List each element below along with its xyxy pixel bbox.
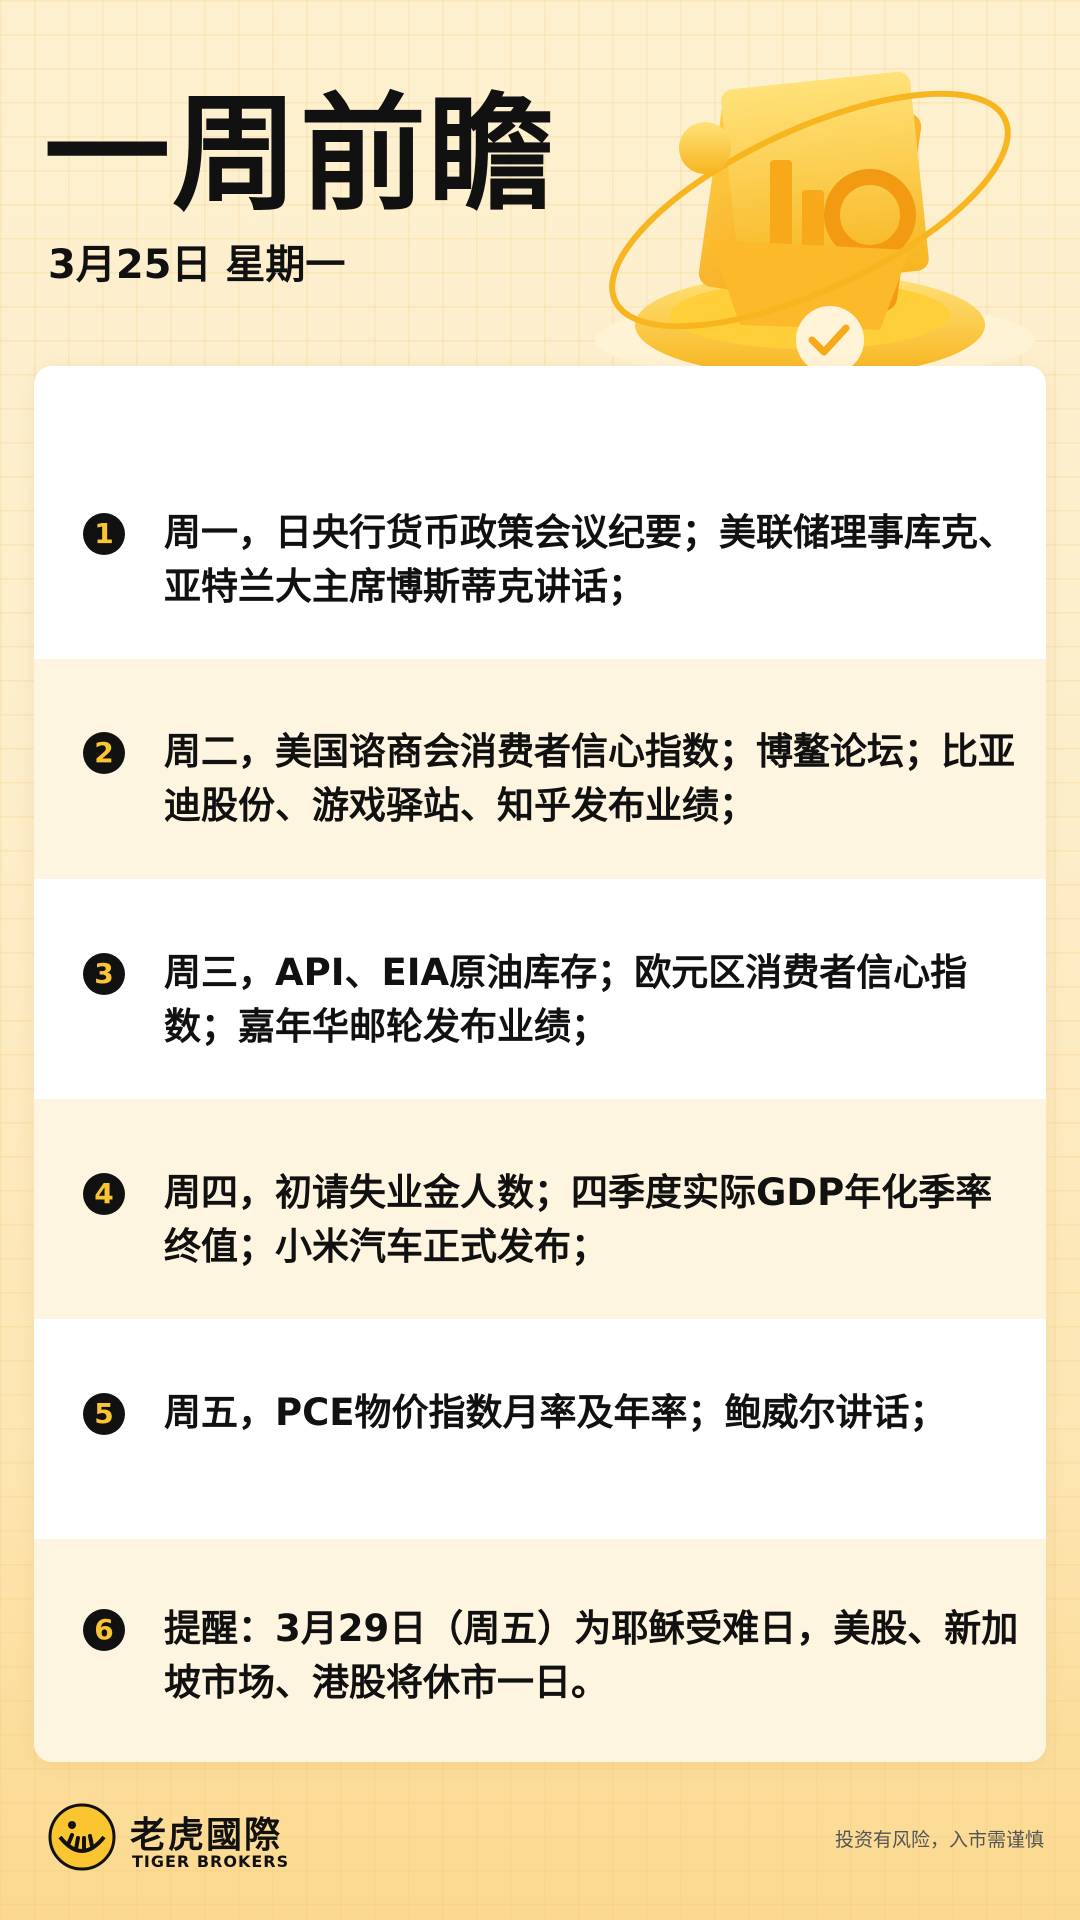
item-number: 4 [83,1173,125,1215]
list-item: 4 周四，初请失业金人数；四季度实际GDP年化季率终值；小米汽车正式发布； [34,1099,1046,1319]
item-text: 周一，日央行货币政策会议纪要；美联储理事库克、亚特兰大主席博斯蒂克讲话； [164,511,1015,608]
brand-name: 老虎國際 [130,1815,283,1856]
page-date: 3月25日 星期一 [48,242,346,288]
item-text: 周三，API、EIA原油库存；欧元区消费者信心指数；嘉年华邮轮发布业绩； [164,951,968,1048]
page-title: 一周前瞻 [44,81,556,228]
schedule-card: 1 周一，日央行货币政策会议纪要；美联储理事库克、亚特兰大主席博斯蒂克讲话； 2… [34,366,1046,1762]
list-item: 1 周一，日央行货币政策会议纪要；美联储理事库克、亚特兰大主席博斯蒂克讲话； [34,366,1046,659]
chart-folder-illustration [595,71,1035,380]
item-number: 3 [83,953,125,995]
list-item: 5 周五，PCE物价指数月率及年率；鲍威尔讲话； [34,1319,1046,1539]
list-item: 3 周三，API、EIA原油库存；欧元区消费者信心指数；嘉年华邮轮发布业绩； [34,879,1046,1099]
item-text: 周二，美国谘商会消费者信心指数；博鳌论坛；比亚迪股份、游戏驿站、知乎发布业绩； [164,730,1015,827]
item-number: 2 [83,732,125,774]
item-number: 1 [83,513,125,555]
item-number: 5 [83,1393,125,1435]
brand-name-en: TIGER BROKERS [132,1852,290,1871]
risk-disclaimer: 投资有风险，入市需谨慎 [834,1829,1044,1851]
item-text: 周四，初请失业金人数；四季度实际GDP年化季率终值；小米汽车正式发布； [164,1171,993,1268]
list-item: 2 周二，美国谘商会消费者信心指数；博鳌论坛；比亚迪股份、游戏驿站、知乎发布业绩… [34,659,1046,879]
item-text: 周五，PCE物价指数月率及年率；鲍威尔讲话； [164,1391,947,1434]
item-number: 6 [83,1609,125,1651]
list-item: 6 提醒：3月29日（周五）为耶稣受难日，美股、新加坡市场、港股将休市一日。 [34,1539,1046,1762]
tiger-logo-icon [48,1803,116,1871]
item-text: 提醒：3月29日（周五）为耶稣受难日，美股、新加坡市场、港股将休市一日。 [164,1607,1019,1704]
